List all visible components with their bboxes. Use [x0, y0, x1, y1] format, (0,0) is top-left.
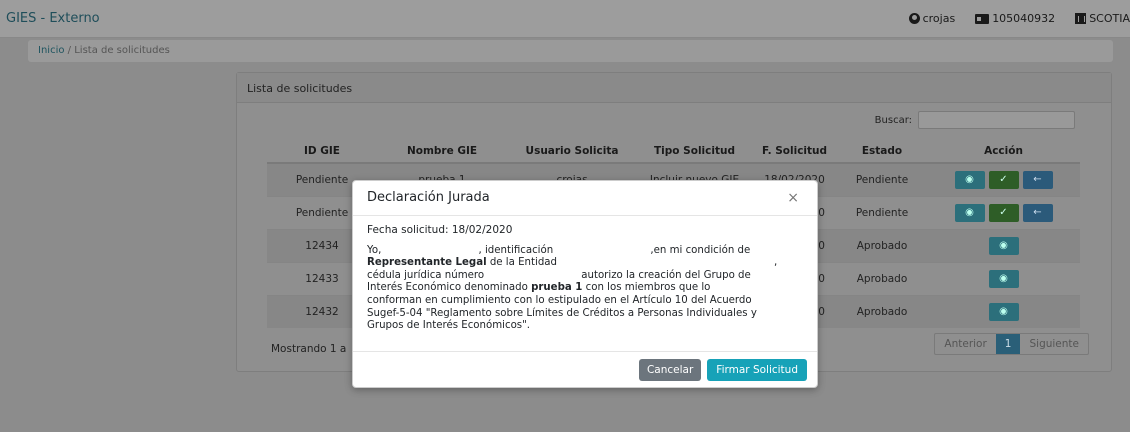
view-button[interactable]: ◉ — [988, 236, 1019, 255]
search-input[interactable] — [918, 111, 1075, 129]
col-tipo[interactable]: Tipo Solicitud — [637, 139, 752, 164]
cell-actions: ◉ ✓ ← — [927, 195, 1080, 229]
cell-actions: ◉ — [927, 261, 1080, 295]
declaration-line-5: conforman en cumplimiento con lo estipul… — [367, 294, 752, 306]
col-fecha[interactable]: F. Solicitud — [752, 139, 837, 164]
table-header-row: ID GIE Nombre GIE Usuario Solicita Tipo … — [267, 139, 1080, 164]
table-info: Mostrando 1 a — [271, 343, 347, 355]
check-icon: ✓ — [999, 207, 1008, 218]
cell-estado: Pendiente — [837, 162, 927, 196]
app-brand[interactable]: GIES - Externo — [6, 11, 100, 26]
sworn-declaration-modal: Declaración Jurada × Fecha solicitud: 18… — [352, 180, 818, 388]
col-estado[interactable]: Estado — [837, 139, 927, 164]
request-date: Fecha solicitud: 18/02/2020 — [367, 224, 513, 236]
cell-estado: Pendiente — [837, 195, 927, 229]
bank-icon — [1075, 13, 1087, 24]
check-icon: ✓ — [999, 174, 1008, 186]
eye-icon: ◉ — [999, 240, 1008, 251]
id-card-icon — [975, 13, 990, 24]
modal-title: Declaración Jurada — [367, 190, 490, 205]
approve-button[interactable]: ✓ — [988, 170, 1019, 189]
view-button[interactable]: ◉ — [954, 203, 985, 222]
eye-icon: ◉ — [965, 174, 974, 186]
cell-estado: Aprobado — [837, 294, 927, 328]
user-name: crojas — [922, 12, 956, 25]
declaration-line-7: Grupos de Interés Económicos". — [367, 320, 531, 332]
top-navbar: GIES - Externo crojas 105040932 SCOTIA — [0, 0, 1130, 38]
cell-actions: ◉ — [927, 228, 1080, 262]
return-button[interactable]: ← — [1022, 203, 1053, 222]
close-icon[interactable]: × — [787, 190, 799, 206]
modal-header: Declaración Jurada × — [353, 181, 817, 216]
cell-estado: Aprobado — [837, 261, 927, 295]
view-button[interactable]: ◉ — [988, 269, 1019, 288]
breadcrumb-separator: / — [67, 45, 72, 56]
arrow-left-icon: ← — [1033, 207, 1042, 218]
declaration-line-1: Yo, , identificación ,en mi condición de — [367, 244, 751, 256]
cancel-button[interactable]: Cancelar — [638, 358, 702, 381]
declaration-line-2: Representante Legal de la Entidad , — [367, 257, 778, 269]
sign-request-button[interactable]: Firmar Solicitud — [707, 358, 807, 381]
modal-footer: Cancelar Firmar Solicitud — [353, 351, 817, 387]
cell-estado: Aprobado — [837, 228, 927, 262]
return-button[interactable]: ← — [1022, 170, 1053, 189]
cell-actions: ◉ ✓ ← — [927, 162, 1080, 196]
page-next[interactable]: Siguiente — [1020, 334, 1088, 354]
declaration-line-4: Interés Económico denominado prueba 1 co… — [367, 282, 711, 294]
card-title: Lista de solicitudes — [237, 73, 1111, 103]
eye-icon: ◉ — [965, 207, 974, 218]
legal-rep-bold: Representante Legal — [367, 257, 487, 269]
search-label: Buscar: — [874, 114, 912, 126]
bank-menu[interactable]: SCOTIA — [1075, 12, 1130, 25]
modal-body: Fecha solicitud: 18/02/2020 Yo, , identi… — [353, 216, 817, 341]
group-name-bold: prueba 1 — [531, 282, 583, 294]
breadcrumb-home-link[interactable]: Inicio — [38, 45, 64, 56]
user-menu[interactable]: crojas — [908, 12, 956, 25]
search-row: Buscar: — [875, 111, 1075, 129]
col-nombre[interactable]: Nombre GIE — [377, 139, 507, 164]
cell-actions: ◉ — [927, 294, 1080, 328]
arrow-left-icon: ← — [1033, 174, 1042, 186]
breadcrumb-current: Lista de solicitudes — [74, 45, 170, 56]
eye-icon: ◉ — [999, 273, 1008, 284]
approve-button[interactable]: ✓ — [988, 203, 1019, 222]
col-usuario[interactable]: Usuario Solicita — [507, 139, 637, 164]
col-accion: Acción — [927, 139, 1080, 164]
declaration-line-3: cédula jurídica número autorizo la creac… — [367, 269, 751, 281]
id-menu[interactable]: 105040932 — [975, 12, 1055, 25]
eye-icon: ◉ — [999, 306, 1008, 318]
user-icon — [908, 13, 920, 24]
view-button[interactable]: ◉ — [988, 302, 1019, 321]
declaration-line-6: Sugef-5-04 "Reglamento sobre Límites de … — [367, 307, 757, 319]
pagination: Anterior 1 Siguiente — [934, 333, 1089, 355]
user-id: 105040932 — [992, 12, 1056, 25]
breadcrumb: Inicio / Lista de solicitudes — [28, 40, 1113, 62]
page-current[interactable]: 1 — [995, 334, 1021, 354]
page-prev[interactable]: Anterior — [935, 334, 995, 354]
navbar-right: crojas 105040932 SCOTIA — [895, 12, 1130, 25]
view-button[interactable]: ◉ — [954, 170, 985, 189]
col-id[interactable]: ID GIE — [267, 139, 377, 164]
bank-name: SCOTIA — [1089, 12, 1130, 25]
